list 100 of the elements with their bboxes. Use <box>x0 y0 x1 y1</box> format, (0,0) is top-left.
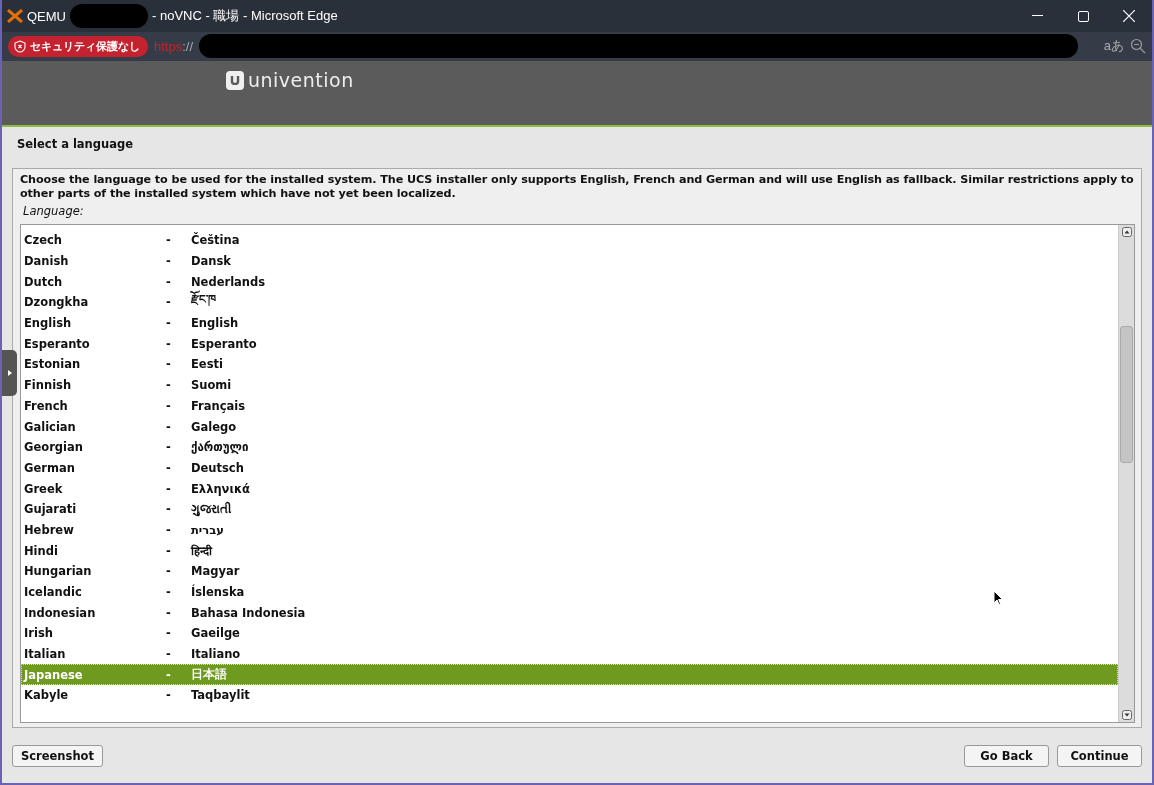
security-badge[interactable]: セキュリティ保護なし <box>8 36 148 57</box>
description-text: Choose the language to be used for the installed system. The UCS installer only supports English, French and German and will use English as fallback. Similar restrictions apply to other parts of the installed system which have not yet been localized. <box>20 173 1135 200</box>
separator-dash: - <box>166 564 172 579</box>
language-name: Italian <box>24 647 67 662</box>
separator-dash: - <box>166 274 172 289</box>
language-name: Icelandic <box>24 585 83 600</box>
language-row[interactable]: Indonesian - Bahasa Indonesia <box>21 602 1118 624</box>
language-name: Hebrew <box>24 522 75 537</box>
scrollbar[interactable] <box>1118 225 1134 722</box>
read-aloud-button[interactable]: aあ <box>1103 37 1124 56</box>
native-language-name: Français <box>191 398 246 413</box>
language-name: Japanese <box>24 667 84 682</box>
separator-dash: - <box>166 647 172 662</box>
language-name: Indonesian <box>24 605 97 620</box>
separator-dash: - <box>166 502 172 517</box>
zoom-out-icon[interactable] <box>1130 38 1146 55</box>
language-row[interactable]: Kabyle - Taqbaylit <box>21 685 1118 706</box>
language-row[interactable]: Irish - Gaeilge <box>21 623 1118 644</box>
separator-dash: - <box>166 585 172 600</box>
language-row[interactable]: German - Deutsch <box>21 457 1118 479</box>
native-language-name: Eesti <box>191 357 223 372</box>
separator-dash: - <box>166 336 172 351</box>
native-language-name: Deutsch <box>191 460 244 475</box>
language-row[interactable]: French - Français <box>21 395 1118 417</box>
minimize-icon[interactable] <box>1031 15 1043 17</box>
language-row[interactable]: Czech - Čeština <box>21 230 1118 251</box>
native-language-name: English <box>191 316 239 331</box>
native-language-name: ગુજરાતી <box>191 502 231 517</box>
native-language-name: Nederlands <box>191 274 266 289</box>
separator-dash: - <box>166 419 172 434</box>
native-language-name: Íslenska <box>191 585 245 600</box>
native-language-name: Galego <box>191 419 237 434</box>
native-language-name: ქართული <box>191 440 249 455</box>
separator-dash: - <box>166 316 172 331</box>
language-name: Hindi <box>24 543 59 558</box>
side-panel-handle[interactable] <box>2 350 17 396</box>
separator-dash: - <box>166 357 172 372</box>
language-name: Georgian <box>24 440 84 455</box>
app-icon <box>7 9 23 23</box>
language-name: Gujarati <box>24 502 78 517</box>
language-row[interactable]: Danish - Dansk <box>21 250 1118 272</box>
url-text[interactable]: https:// <box>154 39 194 54</box>
separator-dash: - <box>166 688 172 703</box>
language-row[interactable]: Finnish - Suomi <box>21 374 1118 396</box>
window-title: - noVNC - 職場 - Microsoft Edge <box>152 7 338 25</box>
native-language-name: Ελληνικά <box>191 481 250 496</box>
window-title: QEMU <box>27 8 66 24</box>
language-name: Esperanto <box>24 336 91 351</box>
language-name: Kabyle <box>24 688 70 703</box>
language-row[interactable]: Hindi - हिन्दी <box>21 540 1118 561</box>
language-name: Dutch <box>24 274 64 289</box>
continue-button[interactable]: Continue <box>1057 744 1142 767</box>
language-row[interactable]: Dzongkha - རྫོང་ཁ <box>21 292 1118 313</box>
native-language-name: Taqbaylit <box>191 688 250 703</box>
maximize-icon[interactable] <box>1077 10 1089 22</box>
language-name: Danish <box>24 254 70 269</box>
language-name: Czech <box>24 233 63 248</box>
native-language-name: Italiano <box>191 647 241 662</box>
field-label: Language: <box>23 204 84 218</box>
language-row[interactable]: Estonian - Eesti <box>21 354 1118 375</box>
language-row[interactable]: Gujarati - ગુજરાતી <box>21 498 1118 520</box>
native-language-name: Esperanto <box>191 336 257 351</box>
page-title: Select a language <box>16 136 134 153</box>
separator-dash: - <box>166 398 172 413</box>
language-name: Greek <box>24 481 64 496</box>
language-row[interactable]: Italian - Italiano <box>21 643 1118 665</box>
language-list[interactable] <box>20 224 1135 723</box>
language-row[interactable]: Galician - Galego <box>21 416 1118 437</box>
language-row[interactable]: Greek - Ελληνικά <box>21 478 1118 499</box>
native-language-name: Dansk <box>191 254 231 269</box>
logo-icon <box>226 71 244 90</box>
native-language-name: Gaeilge <box>191 626 240 641</box>
language-name: Dzongkha <box>24 295 90 310</box>
separator-dash: - <box>166 295 172 310</box>
screenshot-button[interactable]: Screenshot <box>12 744 103 767</box>
language-row[interactable]: English - English <box>21 312 1118 334</box>
language-row[interactable]: Esperanto - Esperanto <box>21 333 1118 355</box>
scroll-down-icon[interactable] <box>1121 710 1132 720</box>
native-language-name: རྫོང་ཁ <box>191 289 216 308</box>
language-row[interactable]: Georgian - ქართული <box>21 436 1118 458</box>
go-back-button[interactable]: Go Back <box>964 744 1049 767</box>
language-row[interactable]: Hungarian - Magyar <box>21 561 1118 582</box>
separator-dash: - <box>166 460 172 475</box>
separator-dash: - <box>166 543 172 558</box>
mouse-pointer-icon <box>993 590 1003 605</box>
separator-dash: - <box>166 378 172 393</box>
native-language-name: Čeština <box>191 233 240 248</box>
language-name: Irish <box>24 626 54 641</box>
separator-dash: - <box>166 440 172 455</box>
separator-dash: - <box>166 481 172 496</box>
native-language-name: עברית <box>191 522 224 537</box>
close-icon[interactable] <box>1123 10 1135 22</box>
language-row[interactable]: Icelandic - Íslenska <box>21 581 1118 603</box>
native-language-name: Suomi <box>191 378 232 393</box>
separator-dash: - <box>166 233 172 248</box>
language-name: Hungarian <box>24 564 93 579</box>
scrollbar-thumb[interactable] <box>1120 326 1133 463</box>
native-language-name: हिन्दी <box>191 543 212 559</box>
language-name: Estonian <box>24 357 82 372</box>
scroll-up-icon[interactable] <box>1121 227 1132 237</box>
